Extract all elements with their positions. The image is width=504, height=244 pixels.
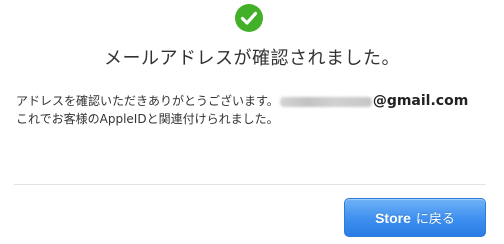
email-domain: @gmail.com [372, 93, 469, 109]
confirmation-message: アドレスを確認いただきありがとうございます。 @gmail.com これでお客様の… [16, 92, 496, 128]
redacted-email-local-part [279, 96, 372, 107]
message-line-1: アドレスを確認いただきありがとうございます。 @gmail.com [16, 92, 496, 110]
back-to-store-button[interactable]: Store に戻る [344, 198, 486, 237]
thank-you-text: アドレスを確認いただきありがとうございます。 [16, 94, 279, 108]
store-label: Store [375, 209, 411, 226]
divider [14, 184, 486, 185]
page-title: メールアドレスが確認されました。 [104, 48, 400, 69]
message-line-2: これでお客様のAppleIDと関連付けられました。 [16, 112, 279, 126]
checkmark-circle-icon [235, 4, 263, 32]
back-label: に戻る [415, 212, 455, 227]
